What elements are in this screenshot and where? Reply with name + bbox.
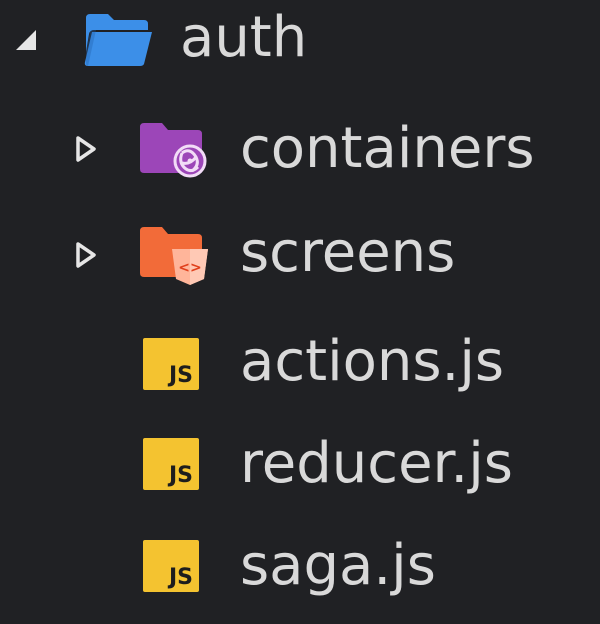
js-file-icon: JS [143,338,199,390]
tree-item-label: screens [240,220,456,285]
tree-item-screens[interactable]: <> screens [0,203,600,303]
html-folder-icon: <> [140,227,208,285]
folder-open-icon [84,14,152,66]
collapsed-arrow-icon[interactable] [72,135,102,165]
js-badge-text: JS [168,363,193,388]
js-badge-text: JS [168,565,193,590]
js-file-icon: JS [143,438,199,490]
tree-item-containers[interactable]: containers [0,97,600,197]
file-tree: auth containers <> screens JS actions.js… [0,0,600,624]
tree-item-label: auth [180,5,308,70]
tree-item-actions-js[interactable]: JS actions.js [0,310,600,410]
tree-item-auth[interactable]: auth [0,0,600,90]
tree-item-label: actions.js [240,329,505,394]
collapsed-arrow-icon[interactable] [72,241,102,271]
tree-item-saga-js[interactable]: JS saga.js [0,516,600,616]
js-badge-text: JS [168,463,193,488]
tree-item-label: containers [240,116,535,181]
tree-item-label: reducer.js [240,431,513,496]
expanded-arrow-icon[interactable] [12,26,42,56]
svg-text:<>: <> [178,260,201,276]
redux-folder-icon [140,123,207,178]
js-file-icon: JS [143,540,199,592]
tree-item-label: saga.js [240,533,436,598]
tree-item-reducer-js[interactable]: JS reducer.js [0,414,600,514]
